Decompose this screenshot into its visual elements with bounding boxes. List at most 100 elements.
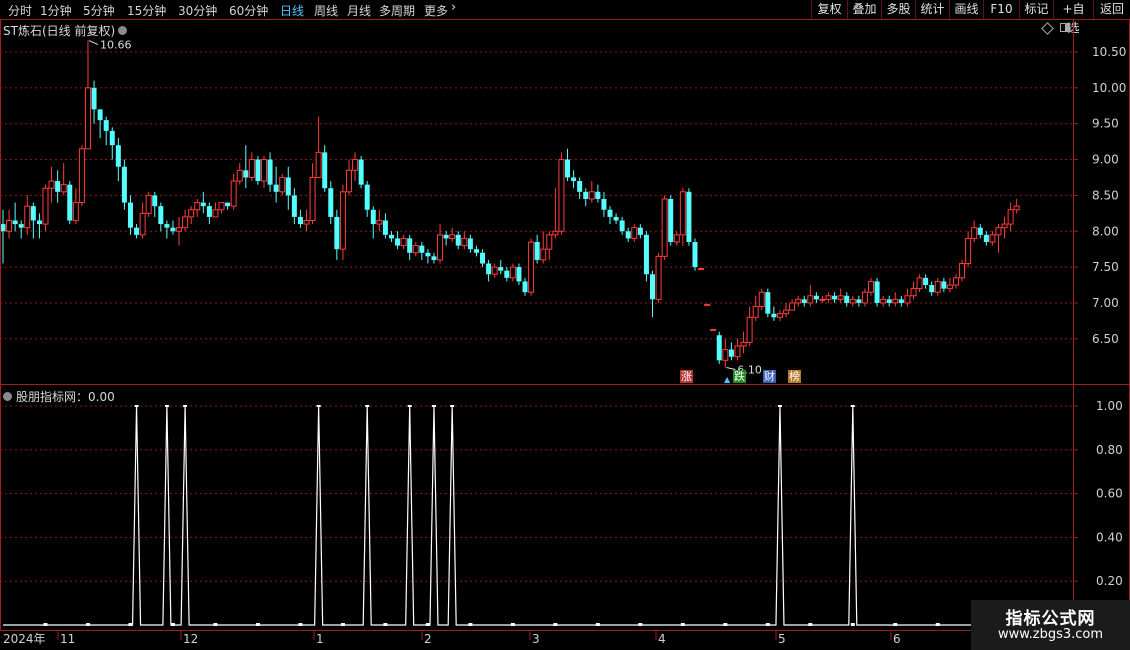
indicator-layer xyxy=(3,405,1017,626)
chart-mode: (日线 前复权) xyxy=(41,24,116,38)
candle-down xyxy=(923,277,929,286)
candle-down xyxy=(613,216,619,221)
candle-up xyxy=(400,237,407,247)
kline-chart[interactable]: 10.666.10 10.50 10.00 9.50 9.00 8.50 8.00 7.50… xyxy=(0,0,1130,650)
indicator-label: 股朋指标网：0.00 xyxy=(16,390,115,404)
candle-down xyxy=(103,120,109,131)
indicator-spike-point xyxy=(431,405,436,407)
badge-finance[interactable]: 财 xyxy=(763,370,776,383)
candle-up xyxy=(1001,223,1008,229)
indicator-base-point xyxy=(765,623,770,626)
candle-up xyxy=(339,191,346,250)
candle-down xyxy=(285,177,291,196)
indicator-tick-label: 0.40 xyxy=(1096,530,1123,544)
candle-up xyxy=(776,313,783,318)
candle-up xyxy=(934,280,941,293)
candle-up xyxy=(1007,209,1014,225)
candle-down xyxy=(322,152,328,189)
candle-down xyxy=(425,252,431,257)
candle-down xyxy=(625,231,631,239)
badge-up[interactable]: 涨 xyxy=(680,370,693,383)
candle-up xyxy=(6,219,13,232)
candle-down xyxy=(571,177,577,182)
candle-down xyxy=(382,220,388,235)
candle-down xyxy=(67,184,73,221)
candle-up xyxy=(78,148,85,204)
price-tick-label: 7.50 xyxy=(1092,260,1119,274)
indicator-base-point xyxy=(213,623,218,626)
candle-up xyxy=(309,176,316,221)
candle-down xyxy=(595,191,601,199)
candle-down xyxy=(200,202,206,207)
candle-up xyxy=(546,234,553,250)
candle-down xyxy=(498,267,504,271)
candle-down xyxy=(152,195,158,207)
candle-down xyxy=(395,238,401,246)
indicator-base-point xyxy=(595,623,600,626)
candle-up xyxy=(552,230,559,236)
candle-down xyxy=(30,206,36,221)
indicator-base-point xyxy=(638,623,643,626)
candle-up xyxy=(236,169,243,182)
candles-layer: 10.666.10 xyxy=(0,39,1020,376)
candle-up xyxy=(868,280,875,293)
candle-up xyxy=(1013,205,1020,211)
panel-toggle-icon[interactable] xyxy=(1060,23,1070,32)
candle-down xyxy=(941,281,947,289)
candle-up xyxy=(42,187,49,225)
candle-up xyxy=(412,245,419,254)
candle-up xyxy=(679,191,686,236)
candle-down xyxy=(12,220,18,225)
date-tick-label: 4 xyxy=(658,632,666,646)
candle-up xyxy=(989,234,996,243)
candle-down xyxy=(18,224,24,228)
candle-up xyxy=(212,209,219,218)
date-tick-label: 1 xyxy=(316,632,324,646)
indicator-title: 股朋指标网：0.00 xyxy=(3,388,115,405)
indicator-base-point xyxy=(935,623,940,626)
candle-down xyxy=(55,181,61,192)
candle-down xyxy=(771,313,777,318)
chevron-down-icon[interactable] xyxy=(118,26,128,35)
candle-down xyxy=(686,191,692,243)
candle-up xyxy=(558,159,565,232)
candle-up xyxy=(965,237,972,265)
indicator-spike-point xyxy=(450,405,455,407)
candle-up xyxy=(673,234,680,243)
high-marker-line xyxy=(88,40,99,45)
candle-up xyxy=(345,169,352,193)
candle-up xyxy=(24,205,31,229)
indicator-base-point xyxy=(510,623,515,626)
candle-up xyxy=(461,237,468,247)
badge-down[interactable]: 跌 xyxy=(733,370,746,383)
watermark: 指标公式网 www.zbgs3.com xyxy=(971,600,1130,650)
candle-down xyxy=(388,234,394,239)
candle-up xyxy=(631,227,638,239)
candle-up xyxy=(952,277,959,286)
indicator-spike-point xyxy=(850,405,855,407)
candle-down xyxy=(127,202,133,228)
date-tick-label: 2 xyxy=(424,632,432,646)
candle-up xyxy=(279,176,286,193)
candle-up xyxy=(655,255,662,300)
indicator-line xyxy=(3,405,1017,626)
candle-up xyxy=(698,268,705,271)
candle-down xyxy=(504,270,510,278)
candle-down xyxy=(97,109,103,121)
candle-down xyxy=(874,281,880,303)
candle-down xyxy=(844,295,850,303)
candle-up xyxy=(704,303,711,306)
candle-down xyxy=(115,145,121,167)
candle-down xyxy=(522,281,528,293)
candle-up xyxy=(819,298,826,301)
candle-up xyxy=(60,184,67,193)
indicator-base-point xyxy=(128,623,133,626)
candle-down xyxy=(443,234,449,239)
candle-down xyxy=(583,191,589,199)
candle-down xyxy=(637,227,643,235)
candle-up xyxy=(740,341,747,347)
badge-rank[interactable]: 榜 xyxy=(788,370,801,383)
indicator-base-point xyxy=(383,623,388,626)
chevron-down-icon[interactable] xyxy=(3,392,12,401)
candle-down xyxy=(225,202,231,207)
